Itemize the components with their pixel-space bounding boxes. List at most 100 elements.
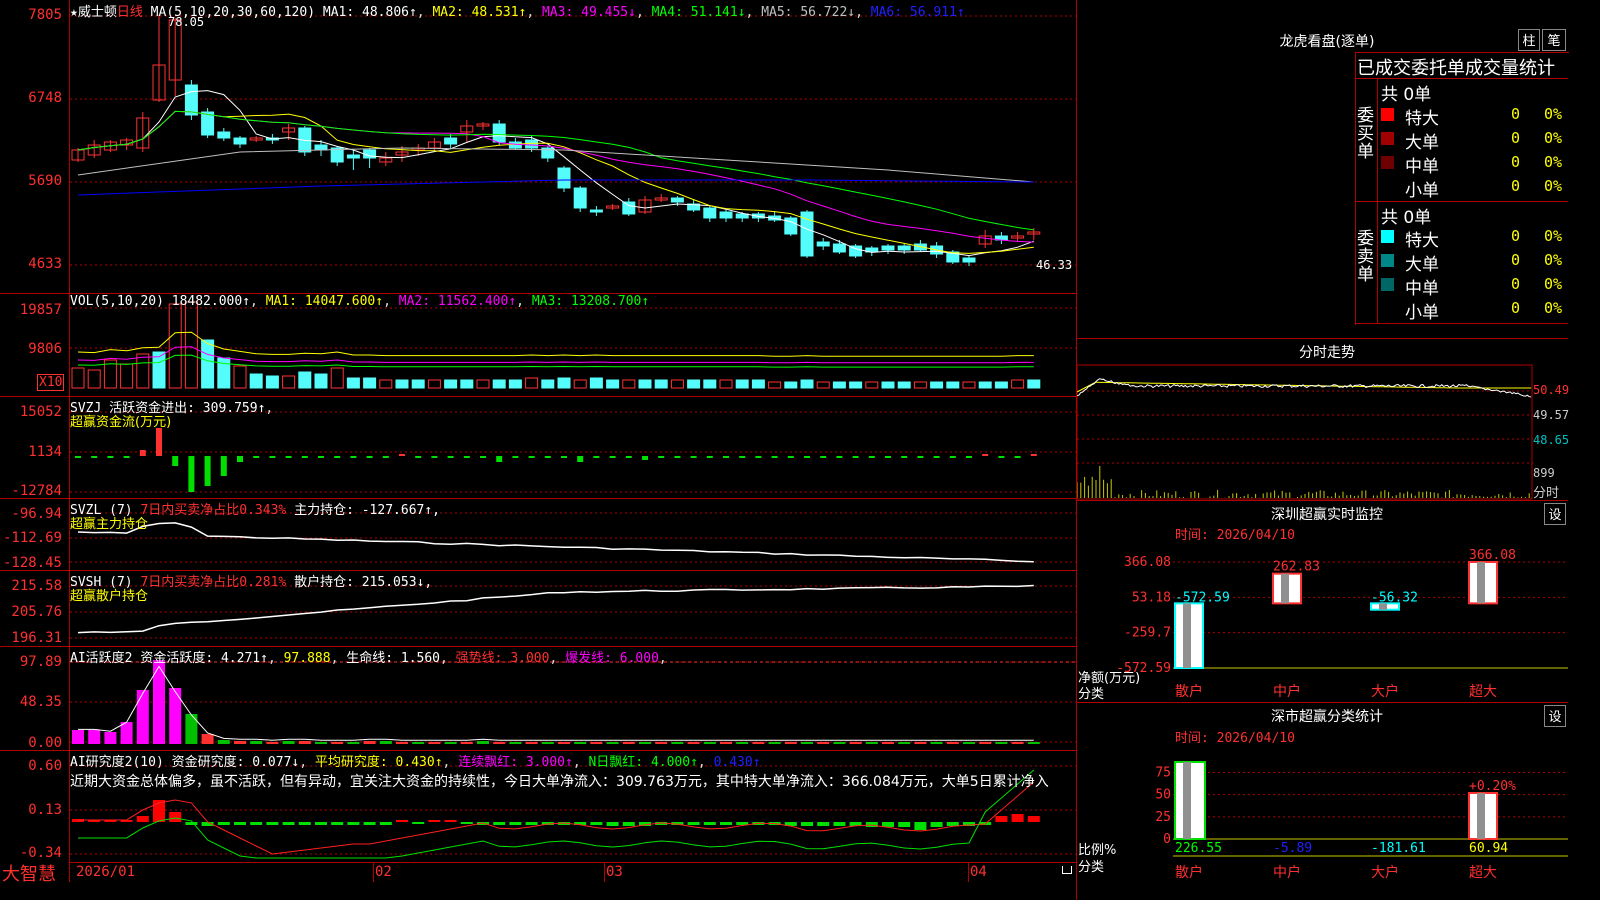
flow-bar [350,456,357,458]
research-bar [298,822,311,825]
volume-bar [233,365,247,389]
activity-bar [639,742,651,744]
activity-bar [752,742,765,744]
row-label: 大单 [1405,133,1439,153]
activity-bar [315,742,327,744]
stats-chart[interactable]: 75 50 25 0 +0.20% 226.55 散户 -5.89 中户 -181.61 大户 60.… [1077,742,1568,900]
svzj-y-label-2: 1134 [28,444,62,460]
row-count: 0 [1511,153,1521,171]
app-logo: 大智慧 [2,864,56,885]
research-bar [525,822,538,825]
activity-bar [622,742,635,744]
svzj-y-label-1: 15052 [19,404,62,420]
flow-bar [188,456,195,492]
tick-mode-button[interactable]: 笔 [1542,29,1566,51]
candle [703,207,717,219]
flow-bar [755,456,762,458]
research-bar [185,822,198,825]
activity-bar [541,742,554,744]
flow-bar [706,456,713,458]
chart-area[interactable]: ★威士顿日线 MA(5,10,20,30,60,120) MA1: 48.806… [0,0,1076,900]
panel-separator-1 [0,293,1076,294]
research-bar [914,822,927,830]
flow-bar [804,456,810,458]
svsh-y-label-2: 205.76 [11,604,62,620]
volume-bar [849,381,863,389]
activity-bar [88,730,101,744]
ai-research-v2: 平均研究度: 0.430↑ [314,755,443,770]
x-axis [70,862,1076,883]
flow-bar [172,456,179,466]
volume-bar [897,381,911,389]
bar-mode-button[interactable]: 柱 [1518,29,1540,51]
monitor-category-label: 中户 [1273,683,1301,700]
volume-bar [444,379,458,389]
row-label: 中单 [1405,157,1439,177]
activity-bar [995,742,1008,744]
color-swatch [1381,180,1394,193]
flow-bar [561,456,567,458]
flow-bar [739,456,746,458]
activity-bar [946,742,959,744]
volume-bar [476,379,490,389]
volume-chart[interactable] [70,294,1076,396]
flow-bar [512,456,519,458]
volume-bar [395,379,409,389]
candlestick-chart[interactable] [70,0,1076,294]
ai-research-v1: 资金研究度: 0.077↓ [171,755,300,770]
dragon-title: 龙虎看盘(逐单) [1279,34,1375,50]
research-bar [703,822,716,825]
volume-bar [719,379,733,389]
activity-bar [1011,742,1024,744]
vol-ma3: MA3: 13208.700↑ [531,294,650,309]
activity-bar [963,742,975,744]
candle [508,141,522,149]
flow-bar [447,456,454,458]
activity-bar [865,742,878,744]
intraday-chart[interactable] [1077,364,1533,500]
flow-bar [415,456,422,458]
svsh-hold: 散户持仓: 215.053↓, [294,575,433,590]
activity-bar [428,742,441,744]
research-bar [930,822,943,827]
vol-ma1-line [77,331,1034,357]
stats-settings-button[interactable]: 设 [1544,705,1566,727]
flow-bar [366,456,373,458]
monitor-settings-button[interactable]: 设 [1544,503,1566,525]
flow-bar [220,456,227,476]
flow-bar [334,456,341,458]
color-swatch [1381,132,1394,145]
activity-bar [282,741,295,744]
candle [525,139,539,149]
activity-bar [396,742,408,744]
row-count: 0 [1511,227,1521,245]
activity-bar [736,742,749,744]
dragon-row: 特大 0 0% [1379,103,1568,129]
vol-ma1: MA1: 14047.600↑ [265,294,384,309]
research-bar [266,822,279,825]
flow-bar [156,428,162,456]
dragon-side-line [1377,78,1378,324]
lock-icon[interactable] [1062,866,1072,874]
vol-y-label-1: 19857 [19,302,62,318]
volume-bar [282,375,296,389]
panel-separator-3 [0,498,1076,499]
flow-bar [1030,454,1037,456]
activity-bar [412,742,425,744]
activity-bar [217,740,230,744]
monitor-category-label: 散户 [1175,683,1203,700]
flow-bar [253,456,260,458]
x-tick-feb [373,862,374,882]
volume-bar [265,375,279,389]
flow-bar [237,456,243,462]
monitor-chart[interactable]: 366.0853.18-259.7-572.59-572.59散户262.83中… [1077,540,1568,700]
row-label: 小单 [1405,303,1439,323]
x-tick-mar [604,862,605,882]
activity-bar [606,742,619,744]
period-label[interactable]: 日线 [117,5,143,20]
flow-bar [690,456,697,458]
vol-unit: X10 [37,374,65,391]
volume-bar [703,379,717,389]
research-bar [833,822,846,826]
panel-separator-2 [0,396,1076,397]
